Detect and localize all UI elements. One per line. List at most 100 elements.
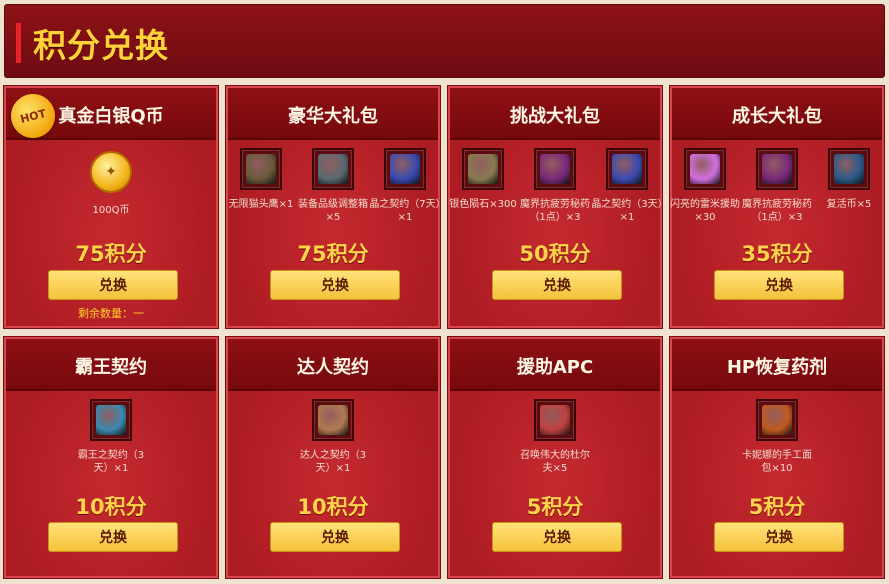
exchange-button[interactable]: 兑换 — [48, 522, 178, 552]
card-title: HP恢复药剂 — [726, 357, 828, 378]
item-slot — [534, 399, 576, 441]
card-title: 援助APC — [516, 357, 594, 378]
item-name: 魔界抗疲劳秘药（1点）×3 — [742, 199, 812, 223]
bread-icon — [762, 405, 792, 435]
item-list: 无限猫头鹰×1 装备品级调整箱×5 晶之契约（7天）×1 — [225, 148, 441, 224]
reward-item: 达人之契约（3天）×1 — [297, 399, 369, 475]
potion-icon — [762, 154, 792, 184]
item-slot — [384, 148, 426, 190]
points-cost: 5积分 — [748, 495, 806, 519]
reward-card: 挑战大礼包 银色陨石×300 魔界抗疲劳秘药（1点）×3 晶之契约（3天）×1 50积分… — [447, 86, 663, 328]
reward-item: 魔界抗疲劳秘药（1点）×3 — [519, 148, 591, 224]
item-list: ✦ 100Q币 — [6, 148, 216, 217]
page-header: 积分兑换 — [4, 4, 885, 78]
card-title: 成长大礼包 — [732, 106, 822, 127]
revive-coin-icon — [834, 154, 864, 184]
reward-card: 援助APC 召唤伟大的杜尔夫×5 5积分兑换 — [448, 337, 662, 578]
exchange-button[interactable]: 兑换 — [270, 270, 400, 300]
contract-icon — [390, 154, 420, 184]
summon-icon — [540, 405, 570, 435]
reward-item: 卡妮娜的手工面包×10 — [741, 399, 813, 475]
card-title: 挑战大礼包 — [510, 106, 600, 127]
reward-card: 成长大礼包 闪亮的雷米援助×30 魔界抗疲劳秘药（1点）×3 复活币×5 35积分 兑换 — [670, 86, 884, 328]
card-header: HP恢复药剂 — [672, 339, 882, 391]
points-cost: 5积分 — [526, 495, 584, 519]
reward-item: 闪亮的雷米援助×30 — [669, 148, 741, 224]
item-name: 100Q币 — [92, 205, 130, 216]
reward-card: 豪华大礼包 无限猫头鹰×1 装备品级调整箱×5 晶之契约（7天）×1 75积分 兑换 — [225, 86, 441, 328]
meteor-icon — [468, 154, 498, 184]
owl-icon — [246, 154, 276, 184]
item-slot — [312, 399, 354, 441]
reward-item: 无限猫头鹰×1 — [225, 148, 297, 224]
item-list: 召唤伟大的杜尔夫×5 — [450, 399, 660, 475]
item-name: 达人之契约（3天）×1 — [299, 450, 367, 474]
item-name: 卡妮娜的手工面包×10 — [742, 450, 812, 474]
card-header: 成长大礼包 — [672, 88, 882, 140]
potion-icon — [540, 154, 570, 184]
reward-item: 魔界抗疲劳秘药（1点）×3 — [741, 148, 813, 224]
item-name: 复活币×5 — [826, 199, 872, 210]
item-list: 闪亮的雷米援助×30 魔界抗疲劳秘药（1点）×3 复活币×5 — [669, 148, 882, 224]
item-slot — [756, 148, 798, 190]
item-list: 卡妮娜的手工面包×10 — [672, 399, 882, 475]
item-name: 闪亮的雷米援助×30 — [670, 199, 740, 223]
item-list: 霸王之契约（3天）×1 — [6, 399, 216, 475]
item-slot — [90, 399, 132, 441]
card-header: 霸王契约 — [6, 339, 216, 391]
item-name: 霸王之契约（3天）×1 — [77, 450, 145, 474]
item-name: 晶之契约（7天）×1 — [369, 199, 441, 223]
chest-icon — [318, 154, 348, 184]
item-slot — [240, 148, 282, 190]
item-list: 达人之契约（3天）×1 — [228, 399, 438, 475]
page-title: 积分兑换 — [33, 26, 169, 65]
reward-item: 装备品级调整箱×5 — [297, 148, 369, 224]
points-cost: 10积分 — [75, 495, 147, 519]
reward-item: 银色陨石×300 — [447, 148, 519, 224]
reward-item: 晶之契约（7天）×1 — [369, 148, 441, 224]
item-slot — [462, 148, 504, 190]
reward-card: HP恢复药剂 卡妮娜的手工面包×10 5积分兑换 — [670, 337, 884, 578]
exchange-button[interactable]: 兑换 — [714, 522, 844, 552]
points-cost: 10积分 — [297, 495, 369, 519]
item-slot — [534, 148, 576, 190]
card-header: 达人契约 — [228, 339, 438, 391]
card-title: 霸王契约 — [75, 357, 147, 378]
reward-card: 达人契约达人之契约（3天）×1 10积分兑换 — [226, 337, 440, 578]
card-title: 豪华大礼包 — [288, 106, 378, 127]
reward-item: 晶之契约（3天）×1 — [591, 148, 663, 224]
item-name: 装备品级调整箱×5 — [298, 199, 368, 223]
contract-icon — [612, 154, 642, 184]
header-accent-bar — [16, 23, 21, 63]
item-slot — [606, 148, 648, 190]
points-cost: 75积分 — [297, 242, 369, 266]
item-name: 召唤伟大的杜尔夫×5 — [520, 450, 590, 474]
item-slot — [828, 148, 870, 190]
exchange-button[interactable]: 兑换 — [492, 270, 622, 300]
sparkle-icon — [690, 154, 720, 184]
reward-card: 霸王契约霸王之契约（3天）×1 10积分兑换 — [4, 337, 218, 578]
points-cost: 75积分 — [75, 242, 147, 266]
card-header: 挑战大礼包 — [450, 88, 660, 140]
remaining-quantity: 剩余数量：一 — [78, 307, 144, 320]
reward-item: 霸王之契约（3天）×1 — [75, 399, 147, 475]
exchange-button[interactable]: 兑换 — [492, 522, 622, 552]
exchange-button[interactable]: 兑换 — [714, 270, 844, 300]
item-list: 银色陨石×300 魔界抗疲劳秘药（1点）×3 晶之契约（3天）×1 — [447, 148, 663, 224]
exchange-button[interactable]: 兑换 — [48, 270, 178, 300]
crown-icon — [96, 405, 126, 435]
exchange-button[interactable]: 兑换 — [270, 522, 400, 552]
card-title: 达人契约 — [297, 357, 369, 378]
item-name: 银色陨石×300 — [449, 199, 517, 210]
item-slot: ✦ — [87, 148, 135, 196]
item-name: 无限猫头鹰×1 — [228, 199, 294, 210]
item-name: 魔界抗疲劳秘药（1点）×3 — [520, 199, 590, 223]
card-header: 豪华大礼包 — [228, 88, 438, 140]
item-slot — [312, 148, 354, 190]
reward-card: 真金白银Q币 HOT ✦ 100Q币 75积分 兑换 剩余数量：一 — [4, 86, 218, 328]
item-slot — [756, 399, 798, 441]
gold-coin-icon: ✦ — [90, 151, 132, 193]
item-name: 晶之契约（3天）×1 — [591, 199, 663, 223]
character-icon — [318, 405, 348, 435]
item-slot — [684, 148, 726, 190]
